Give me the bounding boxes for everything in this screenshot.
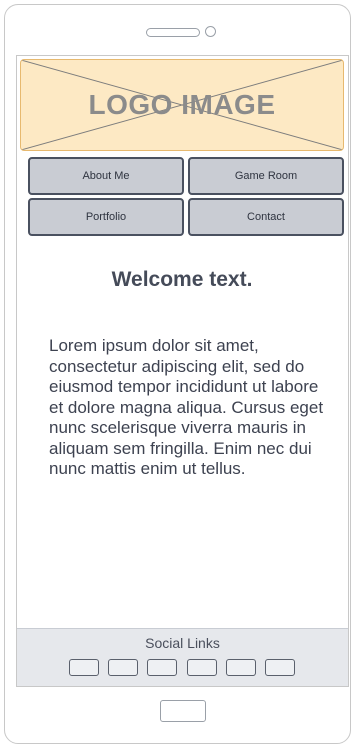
social-link-4-icon[interactable] bbox=[187, 659, 217, 676]
social-link-3-icon[interactable] bbox=[147, 659, 177, 676]
camera-icon bbox=[205, 26, 216, 37]
logo-text: LOGO IMAGE bbox=[88, 89, 276, 120]
footer: Social Links bbox=[17, 628, 348, 686]
logo-image-placeholder: LOGO IMAGE bbox=[20, 59, 344, 151]
body-paragraph: Lorem ipsum dolor sit amet, consectetur … bbox=[49, 336, 324, 478]
nav-contact-button[interactable]: Contact bbox=[188, 198, 344, 236]
home-button[interactable] bbox=[160, 700, 206, 722]
nav-portfolio-button[interactable]: Portfolio bbox=[28, 198, 184, 236]
nav-about-me-button[interactable]: About Me bbox=[28, 157, 184, 195]
social-link-5-icon[interactable] bbox=[226, 659, 256, 676]
social-links-label: Social Links bbox=[145, 635, 220, 651]
nav-game-room-button[interactable]: Game Room bbox=[188, 157, 344, 195]
social-link-2-icon[interactable] bbox=[108, 659, 138, 676]
speaker-icon bbox=[146, 28, 200, 37]
social-link-1-icon[interactable] bbox=[69, 659, 99, 676]
social-link-6-icon[interactable] bbox=[265, 659, 295, 676]
welcome-heading: Welcome text. bbox=[111, 268, 253, 291]
